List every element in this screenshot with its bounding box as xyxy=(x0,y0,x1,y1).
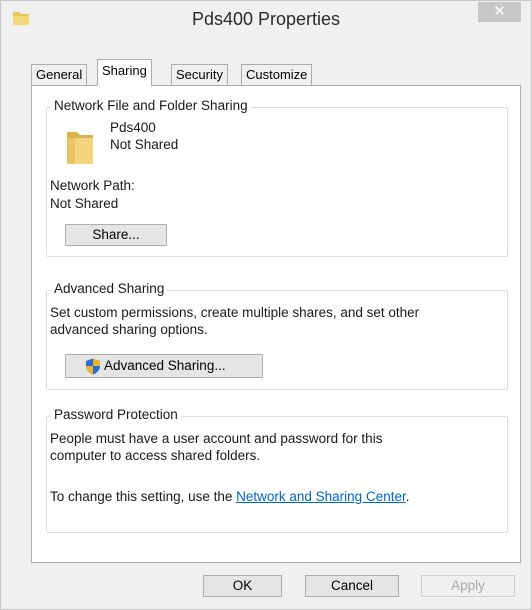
tab-customize[interactable]: Customize xyxy=(241,64,313,85)
change-setting-suffix: . xyxy=(405,489,410,504)
tab-sharing[interactable]: Sharing xyxy=(97,59,152,86)
title-bar[interactable]: Pds400 Properties ✕ xyxy=(1,1,531,37)
properties-window: Pds400 Properties ✕ General Sharing Secu… xyxy=(0,0,532,610)
network-path-label: Network Path: xyxy=(50,178,135,193)
uac-shield-icon xyxy=(86,358,100,375)
cancel-button[interactable]: Cancel xyxy=(305,575,399,597)
sharing-panel: Network File and Folder Sharing Pds400 N… xyxy=(31,85,521,563)
change-setting-prefix: To change this setting, use the xyxy=(50,489,237,504)
close-button[interactable]: ✕ xyxy=(478,2,521,22)
advanced-sharing-title: Advanced Sharing xyxy=(51,281,168,296)
network-sharing-group: Network File and Folder Sharing Pds400 N… xyxy=(46,98,508,257)
folder-name: Pds400 xyxy=(110,120,156,135)
password-protection-description: People must have a user account and pass… xyxy=(50,431,383,463)
folder-status: Not Shared xyxy=(110,137,179,152)
network-path-value: Not Shared xyxy=(50,196,119,211)
ok-button[interactable]: OK xyxy=(203,575,282,597)
change-setting-text: To change this setting, use the Network … xyxy=(50,488,490,505)
advanced-sharing-description: Set custom permissions, create multiple … xyxy=(50,305,420,337)
tab-security[interactable]: Security xyxy=(171,64,228,85)
share-button[interactable]: Share... xyxy=(65,224,167,246)
password-protection-title: Password Protection xyxy=(51,407,181,422)
password-protection-group: Password Protection People must have a u… xyxy=(46,407,508,533)
apply-button[interactable]: Apply xyxy=(421,575,515,597)
close-icon: ✕ xyxy=(493,3,506,20)
network-sharing-center-link[interactable]: Network and Sharing Center xyxy=(236,489,406,504)
advanced-sharing-group: Advanced Sharing Set custom permissions,… xyxy=(46,281,508,390)
advanced-sharing-button-label: Advanced Sharing... xyxy=(104,358,226,373)
tab-general[interactable]: General xyxy=(31,64,88,85)
folder-icon xyxy=(67,132,93,164)
advanced-sharing-button[interactable]: Advanced Sharing... xyxy=(65,354,263,378)
window-title: Pds400 Properties xyxy=(191,9,341,29)
network-sharing-title: Network File and Folder Sharing xyxy=(51,98,251,113)
